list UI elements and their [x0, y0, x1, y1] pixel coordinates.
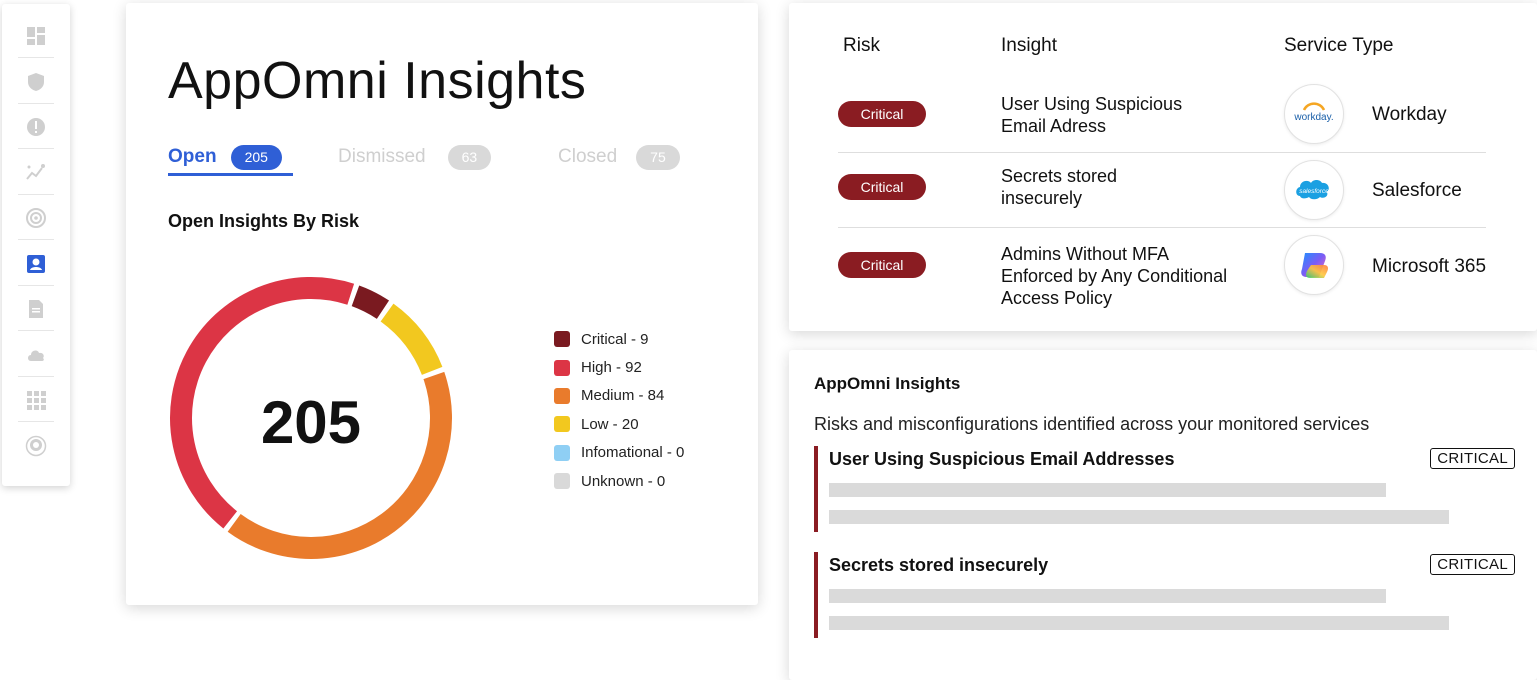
- tab-dismissed-count-badge: 63: [447, 144, 492, 170]
- insight-text: Admins Without MFA Enforced by Any Condit…: [1001, 244, 1228, 308]
- placeholder-line: [829, 616, 1449, 630]
- tab-open-count-badge: 205: [230, 144, 282, 170]
- placeholder-line: [829, 510, 1449, 524]
- legend-label: Critical - 9: [581, 330, 649, 348]
- legend-label: Infomational - 0: [581, 444, 685, 462]
- table-row[interactable]: Critical Secrets stored insecurely salesf…: [838, 153, 1486, 228]
- column-header-risk: Risk: [843, 35, 880, 56]
- page-title: AppOmni Insights: [168, 52, 587, 110]
- legend-swatch: [554, 359, 570, 376]
- legend-label: Unknown - 0: [581, 472, 666, 490]
- microsoft365-logo-icon: [1284, 235, 1344, 295]
- donut-slice-low: [380, 303, 443, 376]
- workday-logo-icon: workday.: [1284, 84, 1344, 144]
- legend-item-unknown: Unknown - 0: [554, 467, 684, 495]
- table-row[interactable]: Critical User Using Suspicious Email Adre…: [838, 78, 1486, 153]
- risk-indicator-bar: [814, 552, 818, 638]
- legend-swatch: [554, 473, 570, 490]
- service-name: Microsoft 365: [1372, 256, 1487, 277]
- risk-badge: Critical: [838, 252, 926, 278]
- legend-swatch: [554, 331, 570, 348]
- tab-dismissed[interactable]: Dismissed 63: [338, 139, 492, 175]
- shield-icon[interactable]: [18, 60, 54, 104]
- document-icon[interactable]: [18, 287, 54, 331]
- tab-dismissed-label: Dismissed: [338, 146, 426, 167]
- risk-badge: Critical: [838, 101, 926, 127]
- placeholder-line: [829, 483, 1386, 497]
- column-header-service-type: Service Type: [1284, 35, 1394, 56]
- analytics-icon[interactable]: [18, 151, 54, 195]
- svg-text:salesforce: salesforce: [1299, 188, 1329, 195]
- tab-open[interactable]: Open 205: [168, 139, 282, 175]
- legend-swatch: [554, 444, 570, 461]
- legend-item-high: High - 92: [554, 353, 684, 381]
- service-name: Salesforce: [1372, 180, 1462, 201]
- insight-item[interactable]: Secrets stored insecurely CRITICAL: [814, 552, 1515, 638]
- insights-table-card: Risk Insight Service Type Critical User …: [789, 3, 1537, 331]
- user-card-icon[interactable]: [18, 242, 54, 286]
- tab-closed-label: Closed: [558, 146, 618, 167]
- donut-slice-critical: [351, 285, 390, 320]
- legend-label: High - 92: [581, 359, 642, 377]
- insight-item-title: User Using Suspicious Email Addresses: [829, 449, 1175, 469]
- insight-item-title: Secrets stored insecurely: [829, 555, 1049, 575]
- legend-item-low: Low - 20: [554, 410, 684, 438]
- svg-text:workday.: workday.: [1293, 112, 1333, 123]
- monitor-icon[interactable]: [18, 424, 54, 468]
- tab-closed-count-badge: 75: [636, 144, 680, 170]
- legend-item-medium: Medium - 84: [554, 382, 684, 410]
- insight-item[interactable]: User Using Suspicious Email Addresses CR…: [814, 446, 1515, 532]
- service-name: Workday: [1372, 104, 1447, 125]
- alert-icon[interactable]: [18, 105, 54, 149]
- table-row[interactable]: Critical Admins Without MFA Enforced by A…: [838, 228, 1486, 318]
- insights-detail-card: AppOmni Insights Risks and misconfigurat…: [789, 350, 1537, 680]
- cloud-icon[interactable]: [18, 333, 54, 377]
- insights-card: AppOmni Insights Open 205 Dismissed 63 C…: [126, 3, 758, 605]
- risk-badge: Critical: [838, 174, 926, 200]
- section-title: Open Insights By Risk: [168, 211, 360, 231]
- chart-legend: Critical - 9 High - 92 Medium - 84 Low - 20…: [554, 325, 684, 495]
- legend-swatch: [554, 387, 570, 404]
- tab-closed[interactable]: Closed 75: [558, 139, 680, 175]
- insight-text: User Using Suspicious Email Adress: [1001, 94, 1183, 136]
- signal-icon[interactable]: [18, 196, 54, 240]
- donut-total: 205: [260, 389, 362, 456]
- tab-open-label: Open: [168, 146, 217, 167]
- legend-item-infomational: Infomational - 0: [554, 439, 684, 467]
- apps-grid-icon[interactable]: [18, 378, 54, 422]
- detail-card-title: AppOmni Insights: [814, 374, 961, 393]
- placeholder-line: [829, 589, 1386, 603]
- salesforce-logo-icon: salesforce: [1284, 160, 1344, 220]
- detail-card-description: Risks and misconfigurations identified a…: [814, 414, 1370, 434]
- legend-label: Medium - 84: [581, 387, 665, 405]
- sidebar-nav: [2, 4, 70, 486]
- column-header-insight: Insight: [1001, 35, 1057, 56]
- active-tab-indicator: [168, 173, 293, 176]
- critical-tag: CRITICAL: [1430, 554, 1515, 575]
- dashboard-icon[interactable]: [18, 14, 54, 58]
- insight-text: Secrets stored insecurely: [1001, 166, 1118, 208]
- critical-tag: CRITICAL: [1430, 448, 1515, 469]
- risk-indicator-bar: [814, 446, 818, 532]
- legend-item-critical: Critical - 9: [554, 325, 684, 353]
- legend-label: Low - 20: [581, 415, 639, 433]
- legend-swatch: [554, 416, 570, 433]
